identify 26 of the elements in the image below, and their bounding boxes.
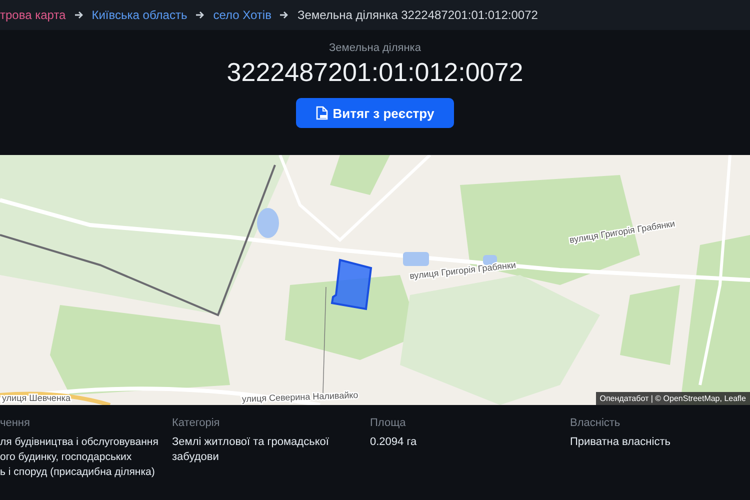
extract-button[interactable]: Витяг з реєстру xyxy=(296,98,454,128)
breadcrumb-link[interactable]: село Хотів xyxy=(213,8,272,22)
field-value: 0.2094 га xyxy=(370,435,418,450)
field-value: ля будівництва і обслуговування ого будинку, господарських ь і споруд (присадибна ділянка) xyxy=(0,435,160,480)
field-label: Власність xyxy=(570,417,622,429)
field-label: Площа xyxy=(370,417,407,429)
field-value: Землі житлової та громадської забудови xyxy=(172,435,330,465)
field-label: Категорія xyxy=(172,417,221,429)
map-drawing[interactable] xyxy=(0,155,750,405)
street-label: улиця Шевченка xyxy=(2,393,71,403)
arrow-icon xyxy=(195,10,206,20)
breadcrumb-link[interactable]: Земельна ділянка 3222487201:01:012:0072 xyxy=(297,8,538,22)
subtitle: Земельна ділянка xyxy=(329,42,421,54)
breadcrumb-link[interactable]: трова карта xyxy=(0,8,66,22)
arrow-icon xyxy=(279,10,290,20)
arrow-icon xyxy=(74,10,84,20)
cadastral-number: 3222487201:01:012:0072 xyxy=(226,57,524,88)
field-label: чення xyxy=(0,417,31,429)
street-label: вулиця Григорія Грабянки xyxy=(568,218,676,245)
map-attribution: Опендатабот | © OpenStreetMap, Leafle xyxy=(596,392,750,405)
street-label: вулиця Григорія Грабянки xyxy=(409,260,516,281)
breadcrumb-link[interactable]: Київська область xyxy=(92,8,188,22)
land-parcel[interactable] xyxy=(330,258,372,310)
field-value: Приватна власність xyxy=(570,435,672,450)
pdf-file-icon xyxy=(316,106,328,120)
street-label: улиця Северина Наливайко xyxy=(242,390,358,404)
